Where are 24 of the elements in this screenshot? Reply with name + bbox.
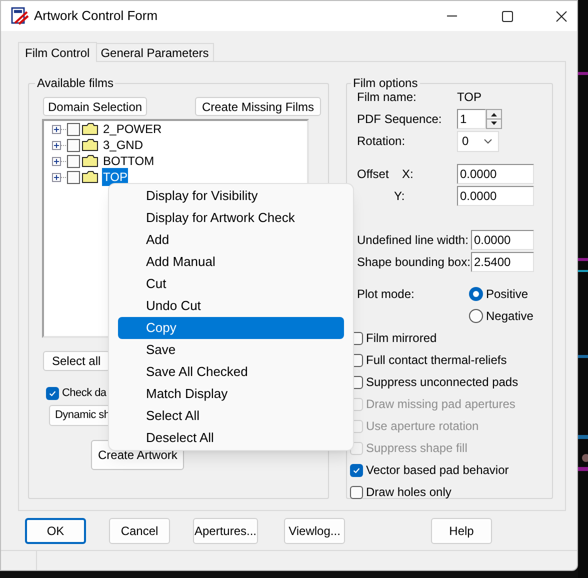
checkbox-label: Check da (62, 386, 106, 401)
checkbox-label: Draw holes only (366, 484, 452, 501)
checkbox-label: Suppress shape fill (366, 440, 468, 457)
field-label: PDF Sequence: (357, 111, 443, 128)
field-value: TOP (457, 89, 482, 106)
field-label: Offset (357, 166, 390, 183)
field-label: X: (402, 166, 414, 183)
field-label: Film name: (357, 90, 418, 106)
checkbox-label: Draw missing pad apertures (366, 396, 516, 413)
checkbox-label: Film mirrored (366, 330, 437, 347)
field-label: Undefined line width: (357, 232, 470, 249)
checkbox-label: Full contact thermal-reliefs (366, 352, 507, 369)
field-label: Shape bounding box: (357, 254, 471, 271)
radio-label: Positive (486, 286, 528, 303)
window-title: Artwork Control Form (34, 7, 158, 26)
checkbox-label: Suppress unconnected pads (366, 374, 518, 391)
checkbox-label: Vector based pad behavior (366, 462, 509, 479)
checkbox-label: Use aperture rotation (366, 418, 479, 435)
field-label: Plot mode: (357, 286, 416, 303)
group-title: Film options (352, 75, 419, 92)
group-title: Available films (36, 75, 114, 92)
radio-label: Negative (486, 308, 534, 325)
field-label: Rotation: (357, 133, 406, 150)
field-label: Y: (394, 188, 405, 205)
